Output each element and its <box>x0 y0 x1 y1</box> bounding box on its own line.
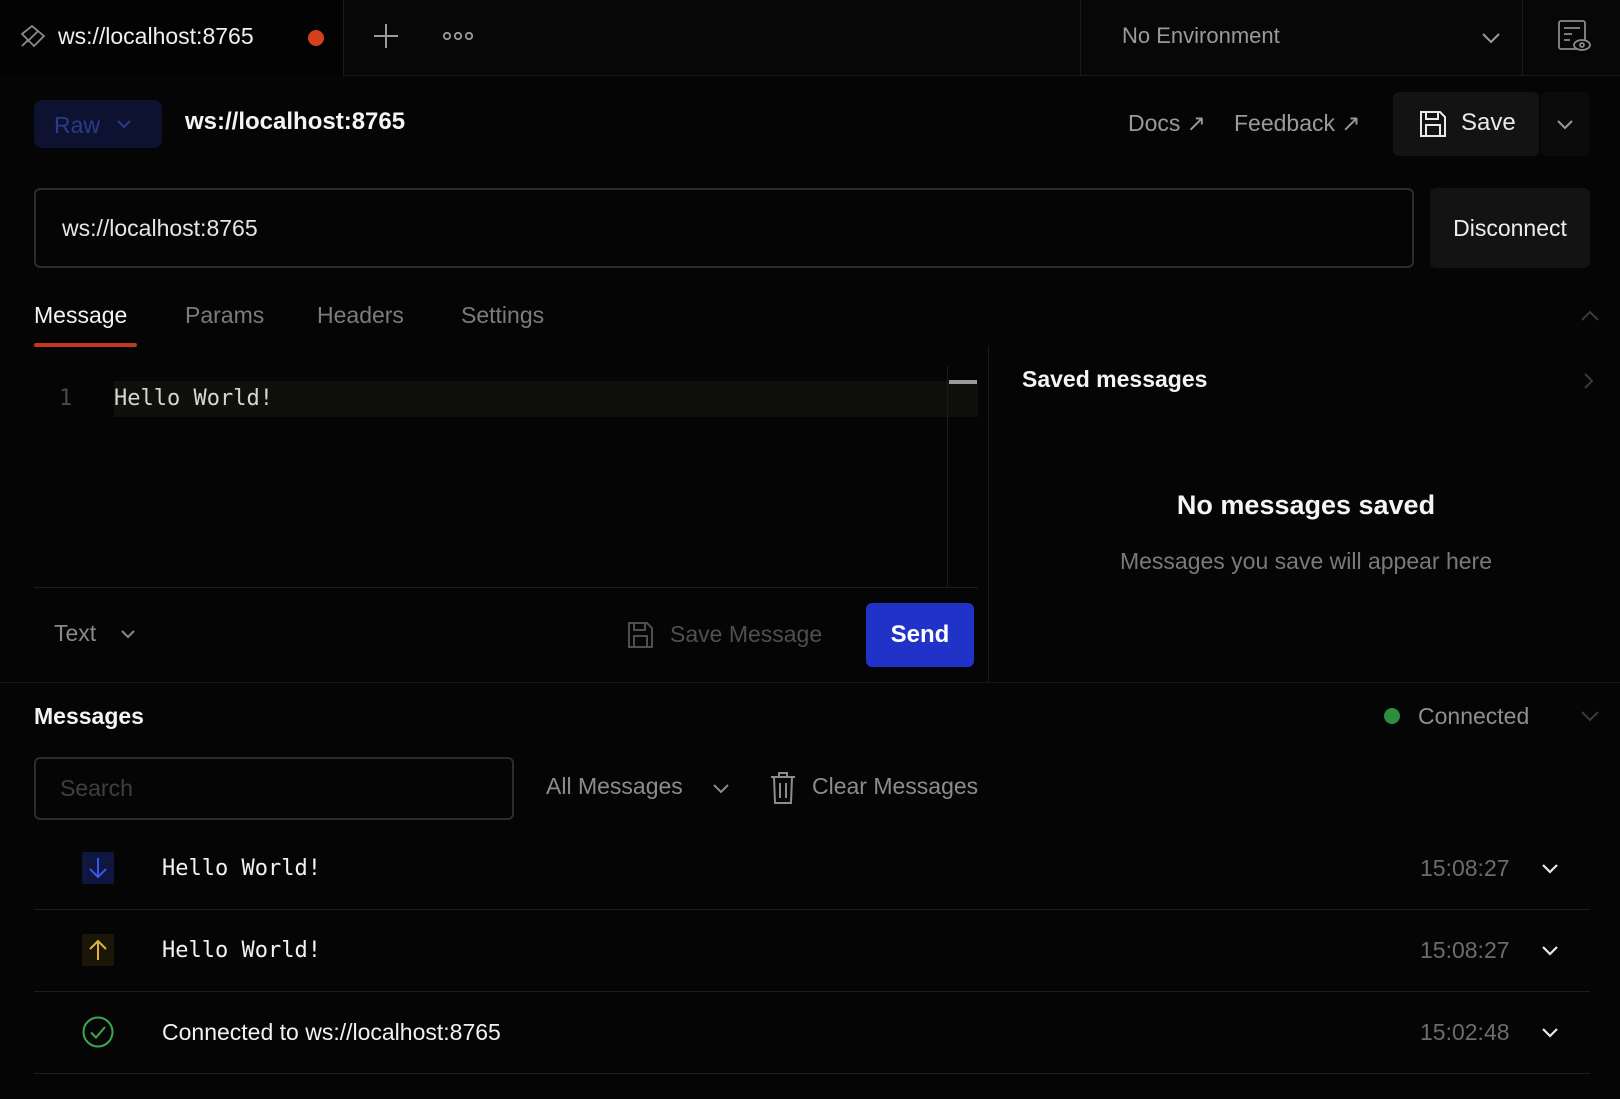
connection-status-dot <box>1384 708 1400 724</box>
message-filter-select[interactable]: All Messages <box>546 773 736 805</box>
check-circle-icon <box>82 1016 114 1048</box>
disconnect-button[interactable]: Disconnect <box>1430 188 1590 268</box>
active-tab-indicator <box>34 343 137 347</box>
trash-icon <box>771 772 795 804</box>
chevron-right-icon[interactable] <box>1578 370 1598 392</box>
tab-settings[interactable]: Settings <box>461 302 544 329</box>
search-input[interactable] <box>34 757 514 820</box>
websocket-icon <box>20 24 46 48</box>
top-tab-bar: ws://localhost:8765 No Environment <box>0 0 1620 76</box>
chevron-down-icon <box>713 784 729 794</box>
floppy-disk-icon <box>628 622 653 648</box>
arrow-up-icon <box>82 934 114 966</box>
floppy-disk-icon <box>1420 111 1446 137</box>
line-number: 1 <box>59 386 73 411</box>
feedback-link[interactable]: Feedback ↗ <box>1234 110 1361 137</box>
chevron-down-icon <box>1557 120 1573 130</box>
request-title[interactable]: ws://localhost:8765 <box>185 108 405 136</box>
save-label: Save <box>1461 109 1516 136</box>
tab-message[interactable]: Message <box>34 302 127 329</box>
chevron-down-icon <box>121 630 135 639</box>
saved-messages-title: Saved messages <box>1022 366 1208 392</box>
chevron-down-icon[interactable] <box>1538 856 1562 880</box>
url-input[interactable] <box>34 188 1414 268</box>
arrow-down-icon <box>82 852 114 884</box>
more-options-icon[interactable] <box>440 22 476 50</box>
message-format-label: Text <box>54 620 97 646</box>
chevron-up-icon[interactable] <box>1578 306 1602 326</box>
divider <box>1522 0 1523 76</box>
editor-minimap-divider <box>947 366 948 588</box>
tab-title: ws://localhost:8765 <box>58 23 254 49</box>
panel-divider <box>988 346 989 682</box>
save-options-button[interactable] <box>1541 92 1589 156</box>
message-text: Hello World! <box>162 856 321 881</box>
editor-content[interactable]: Hello World! <box>114 386 273 411</box>
divider <box>1080 0 1081 76</box>
chevron-down-icon <box>1482 33 1500 44</box>
save-message-label: Save Message <box>670 621 823 647</box>
environment-selector[interactable]: No Environment <box>1082 0 1522 76</box>
message-row[interactable]: Hello World! 15:08:27 <box>34 910 1590 992</box>
message-time: 15:02:48 <box>1420 1019 1510 1045</box>
empty-state-subtitle: Messages you save will appear here <box>1119 548 1493 574</box>
chevron-down-icon[interactable] <box>1538 1020 1562 1044</box>
section-divider <box>0 682 1620 683</box>
connection-status: Connected <box>1418 703 1530 729</box>
environment-label: No Environment <box>1122 23 1280 48</box>
message-time: 15:08:27 <box>1420 855 1510 881</box>
chevron-down-icon[interactable] <box>1538 938 1562 962</box>
docs-link[interactable]: Docs ↗ <box>1128 110 1206 137</box>
message-filter-label: All Messages <box>546 773 683 799</box>
request-mode-label: Raw <box>54 112 101 138</box>
request-tab[interactable]: ws://localhost:8765 <box>0 0 344 76</box>
tab-headers[interactable]: Headers <box>317 302 404 329</box>
message-text: Connected to ws://localhost:8765 <box>162 1019 501 1045</box>
clear-messages-label: Clear Messages <box>812 773 979 799</box>
message-editor[interactable]: 1 Hello World! <box>34 366 978 588</box>
save-button[interactable]: Save <box>1393 92 1539 156</box>
editor-scrollbar[interactable] <box>949 380 977 384</box>
message-row[interactable]: Hello World! 15:08:27 <box>34 828 1590 910</box>
send-button[interactable]: Send <box>866 603 974 667</box>
unsaved-indicator <box>308 30 324 46</box>
message-time: 15:08:27 <box>1420 937 1510 963</box>
message-row[interactable]: Connected to ws://localhost:8765 15:02:4… <box>34 992 1590 1074</box>
messages-title: Messages <box>34 703 144 729</box>
chevron-down-icon <box>117 120 131 129</box>
clear-messages-button[interactable]: Clear Messages <box>768 770 1008 808</box>
chevron-down-icon[interactable] <box>1578 706 1602 726</box>
environment-quick-look-icon[interactable] <box>1556 18 1592 54</box>
save-message-button[interactable]: Save Message <box>626 616 846 656</box>
message-text: Hello World! <box>162 938 321 963</box>
message-format-select[interactable]: Text <box>54 620 154 650</box>
request-mode-select[interactable]: Raw <box>34 100 162 148</box>
new-tab-plus-icon[interactable] <box>370 18 402 54</box>
empty-state-title: No messages saved <box>1176 490 1436 520</box>
tab-params[interactable]: Params <box>185 302 264 329</box>
